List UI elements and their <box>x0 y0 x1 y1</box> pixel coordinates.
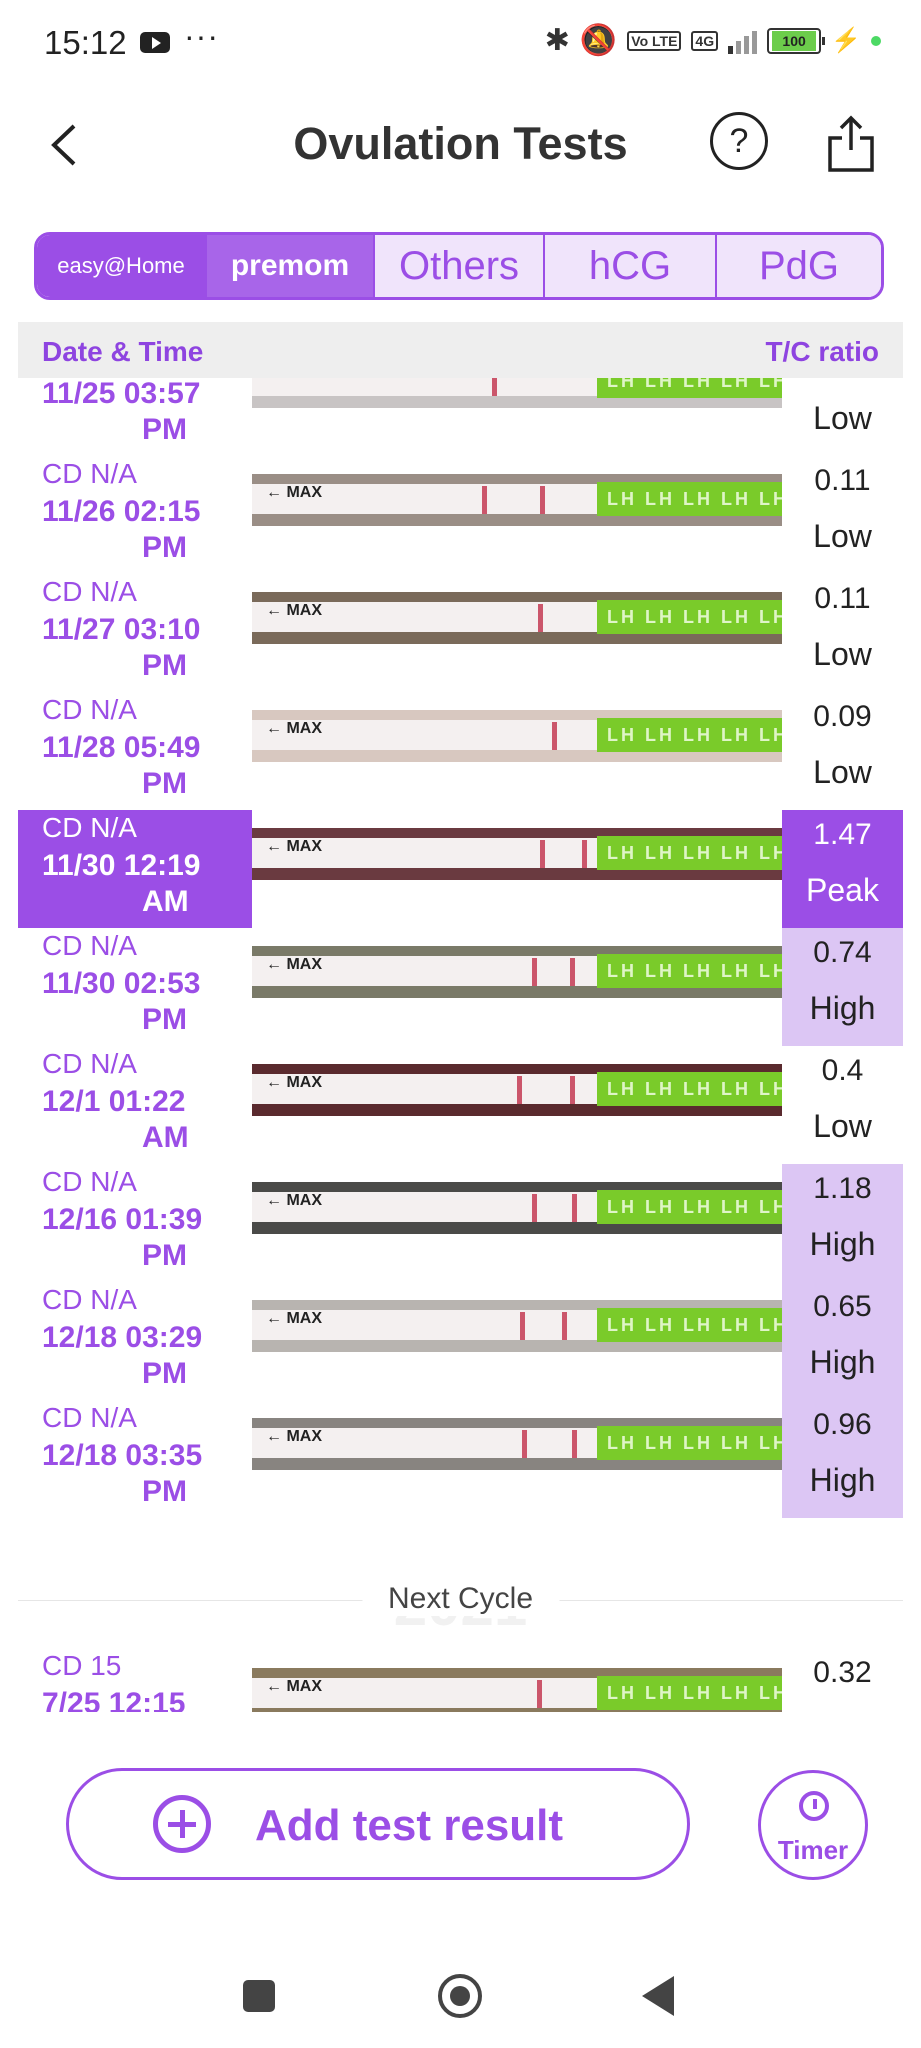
cycle-day: CD N/A <box>42 1284 137 1315</box>
next-cycle-label: Next Cycle <box>361 1582 560 1616</box>
list-item[interactable]: CD 15 7/25 12:15 ← MAX LH LH LH LH LH LH… <box>18 1648 903 1712</box>
clock: 15:12 <box>44 24 127 61</box>
home-icon[interactable] <box>438 1974 482 2018</box>
tc-ratio: 0.4 Low <box>813 1054 872 1144</box>
list-item[interactable]: CD N/A 12/18 03:35PM ← MAXLH LH LH LH LH L… <box>18 1400 903 1518</box>
tc-ratio: 0.32 <box>813 1656 872 1689</box>
date-time: 11/30 12:19 AM <box>42 849 201 918</box>
tc-ratio: 0.96 High <box>782 1400 903 1518</box>
list-item[interactable]: CD N/A 11/30 02:53PM ← MAXLH LH LH LH LH L… <box>18 928 903 1046</box>
list-item[interactable]: CD N/A 11/28 05:49PM ← MAXLH LH LH LH LH L… <box>18 692 903 810</box>
stopwatch-icon <box>799 1791 829 1821</box>
table-header: Date & Time T/C ratio <box>18 322 903 378</box>
timer-label: Timer <box>777 1835 849 1865</box>
cycle-day: CD N/A <box>42 1166 137 1197</box>
add-test-result-button[interactable]: Add test result <box>66 1768 690 1880</box>
cycle-day: CD N/A <box>42 458 137 489</box>
test-strip-image: ← MAXLH LH LH LH LH LH <box>252 1182 782 1234</box>
recent-apps-icon[interactable] <box>243 1980 275 2012</box>
list-item[interactable]: CD N/A 11/27 03:10PM ← MAXLH LH LH LH LH L… <box>18 574 903 692</box>
test-strip-image: ← MAX LH LH LH LH LH LH <box>252 1668 782 1712</box>
system-nav-bar <box>0 1960 921 2020</box>
cycle-day: CD N/A <box>42 1048 137 1079</box>
test-strip-image: ← MAXLH LH LH LH LH LH <box>252 946 782 998</box>
cycle-day: CD N/A <box>42 930 137 961</box>
test-list[interactable]: CD N/A 11/25 03:57PM LH LH LH LH LH LH 0Low… <box>18 378 903 1712</box>
tc-ratio: 0.11 Low <box>813 582 872 672</box>
timer-button[interactable]: Timer <box>758 1770 868 1880</box>
test-strip-image: ← MAXLH LH LH LH LH LH <box>252 710 782 762</box>
date-time: 12/1 01:22 AM <box>42 1085 189 1154</box>
tab-premom[interactable]: premom <box>207 235 375 297</box>
brand-tabs: easy@Home premom Others hCG PdG <box>34 232 884 300</box>
signal-icon <box>728 28 758 54</box>
tc-ratio: 0.09 Low <box>813 700 872 790</box>
tab-easy-at-home[interactable]: easy@Home <box>37 235 207 297</box>
date-time: 11/25 03:57 PM <box>42 378 201 446</box>
test-strip-image: ← MAXLH LH LH LH LH LH <box>252 1418 782 1470</box>
cycle-day: CD N/A <box>42 576 137 607</box>
tc-ratio: 1.18 High <box>782 1164 903 1282</box>
next-cycle-divider: 2021 Next Cycle <box>18 1570 903 1638</box>
test-strip-image: ← MAXLH LH LH LH LH LH <box>252 828 782 880</box>
status-bar: 15:12 ··· ✱ 🔕 Vo LTE 4G 100 ⚡ <box>0 0 921 90</box>
bluetooth-icon: ✱ <box>544 24 570 57</box>
battery-icon: 100 <box>767 28 826 54</box>
date-time: 11/30 02:53 PM <box>42 967 201 1036</box>
tc-ratio: 0Low <box>813 378 872 436</box>
list-item[interactable]: CD N/A 11/26 02:15PM ← MAXLH LH LH LH LH L… <box>18 456 903 574</box>
tab-hcg[interactable]: hCG <box>545 235 717 297</box>
cycle-day: CD 15 <box>42 1650 122 1681</box>
test-strip-image: ← MAXLH LH LH LH LH LH <box>252 1300 782 1352</box>
status-dot-icon <box>871 36 881 46</box>
test-strip-image: LH LH LH LH LH LH <box>252 378 782 408</box>
mute-icon: 🔕 <box>579 24 618 57</box>
cycle-day: CD N/A <box>42 694 137 725</box>
test-strip-image: ← MAXLH LH LH LH LH LH <box>252 1064 782 1116</box>
test-strip-image: ← MAXLH LH LH LH LH LH <box>252 592 782 644</box>
add-test-result-label: Add test result <box>255 1801 564 1850</box>
date-time: 12/16 01:39 PM <box>42 1203 203 1272</box>
col-tc-ratio: T/C ratio <box>765 336 879 367</box>
col-date-time: Date & Time <box>42 336 204 367</box>
app-header: Ovulation Tests ? <box>0 100 921 200</box>
youtube-icon <box>140 32 170 53</box>
list-item[interactable]: CD N/A 11/30 12:19AM ← MAXLH LH LH LH LH L… <box>18 810 903 928</box>
share-icon[interactable] <box>826 114 876 174</box>
page-title: Ovulation Tests <box>293 118 628 169</box>
tc-ratio: 0.11 Low <box>813 464 872 554</box>
list-item[interactable]: CD N/A 12/1 01:22AM ← MAXLH LH LH LH LH LH… <box>18 1046 903 1164</box>
nav-back-icon[interactable] <box>642 1976 674 2016</box>
tc-ratio: 1.47 Peak <box>782 810 903 928</box>
date-time: 12/18 03:35 PM <box>42 1439 203 1508</box>
list-item[interactable]: CD N/A11/25 03:57PMLH LH LH LH LH LH0Low <box>18 378 903 456</box>
help-icon[interactable]: ? <box>710 112 768 170</box>
cycle-day: CD N/A <box>42 1402 137 1433</box>
date-time: 7/25 12:15 <box>42 1687 186 1712</box>
network-type-icon: 4G <box>691 31 719 51</box>
plus-circle-icon <box>153 1795 211 1853</box>
date-time: 12/18 03:29 PM <box>42 1321 203 1390</box>
more-notifications-icon: ··· <box>184 18 219 54</box>
tab-pdg[interactable]: PdG <box>717 235 881 297</box>
list-item[interactable]: CD N/A 12/18 03:29PM ← MAXLH LH LH LH LH L… <box>18 1282 903 1400</box>
list-item[interactable]: CD N/A 12/16 01:39PM ← MAXLH LH LH LH LH L… <box>18 1164 903 1282</box>
volte-icon: Vo LTE <box>627 31 682 51</box>
cycle-day: CD N/A <box>42 812 137 843</box>
tc-ratio: 0.74 High <box>782 928 903 1046</box>
date-time: 11/28 05:49 PM <box>42 731 201 800</box>
test-strip-image: ← MAXLH LH LH LH LH LH <box>252 474 782 526</box>
date-time: 11/27 03:10 PM <box>42 613 201 682</box>
charging-icon: ⚡ <box>831 27 861 54</box>
tab-others[interactable]: Others <box>375 235 545 297</box>
tc-ratio: 0.65 High <box>782 1282 903 1400</box>
date-time: 11/26 02:15 PM <box>42 495 201 564</box>
